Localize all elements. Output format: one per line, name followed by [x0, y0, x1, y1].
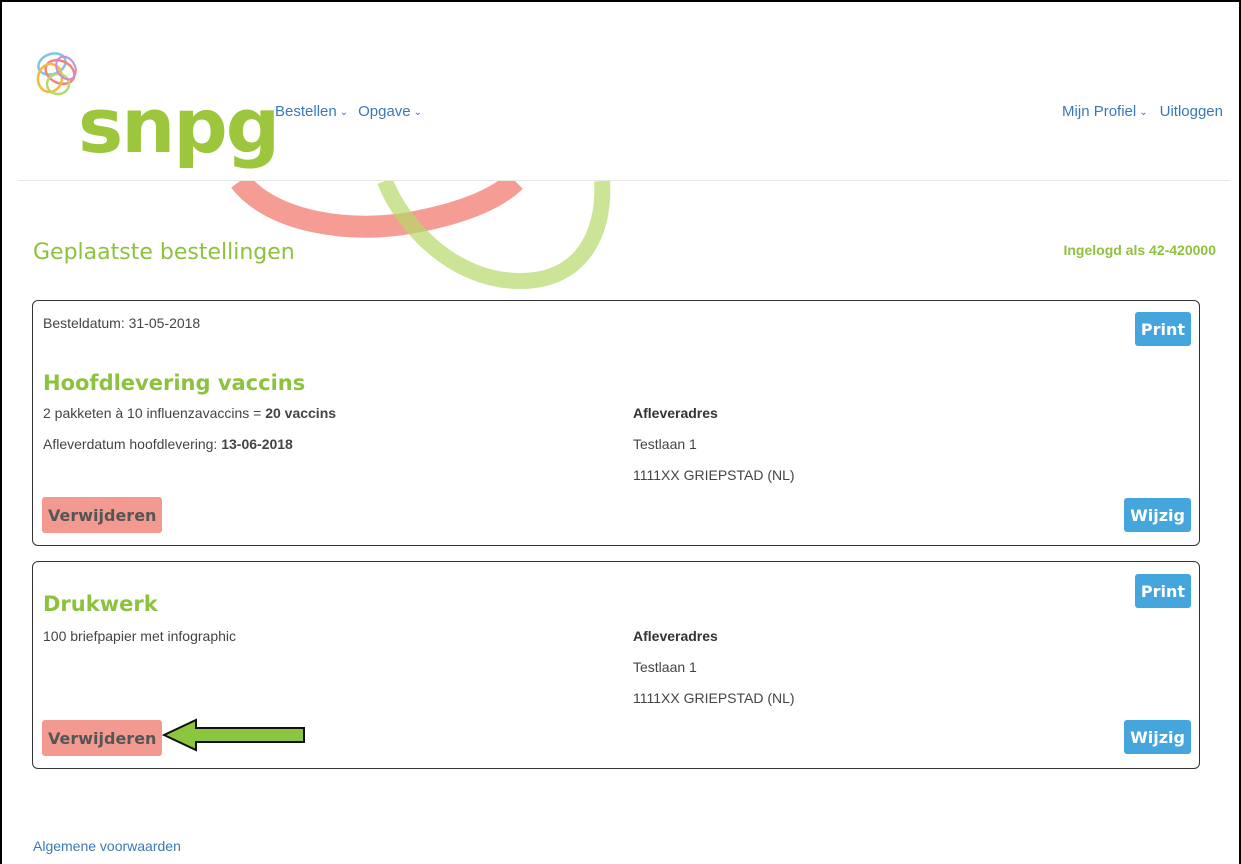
- frame-border-left: [0, 0, 2, 864]
- user-nav: Mijn Profiel ⌄ Uitloggen: [1062, 103, 1223, 120]
- address-line-1: Testlaan 1: [633, 659, 697, 675]
- order-title: Drukwerk: [43, 592, 158, 616]
- delete-button[interactable]: Verwijderen: [42, 720, 163, 756]
- chevron-down-icon: ⌄: [413, 107, 423, 118]
- edit-button[interactable]: Wijzig: [1124, 498, 1191, 532]
- edit-button[interactable]: Wijzig: [1124, 720, 1191, 754]
- main-nav: Bestellen ⌄ Opgave ⌄: [275, 103, 422, 120]
- nav-opgave-label: Opgave: [358, 103, 411, 120]
- frame-border-top: [0, 0, 1241, 2]
- address-heading: Afleveradres: [633, 405, 718, 421]
- order-title: Hoofdlevering vaccins: [43, 371, 306, 395]
- print-button[interactable]: Print: [1134, 574, 1191, 608]
- page-title: Geplaatste bestellingen: [33, 240, 295, 265]
- nav-mijn-profiel[interactable]: Mijn Profiel ⌄: [1062, 103, 1148, 120]
- order-description: 2 pakketen à 10 influenzavaccins = 20 va…: [43, 405, 336, 421]
- logged-in-status: Ingelogd als 42-420000: [1063, 242, 1216, 258]
- nav-bestellen[interactable]: Bestellen ⌄: [275, 103, 348, 120]
- address-line-2: 1111XX GRIEPSTAD (NL): [633, 690, 795, 706]
- address-heading: Afleveradres: [633, 628, 718, 644]
- delivery-date-value: 13-06-2018: [221, 436, 293, 452]
- nav-bestellen-label: Bestellen: [275, 103, 337, 120]
- address-line-2: 1111XX GRIEPSTAD (NL): [633, 467, 795, 483]
- delivery-date-label: Afleverdatum hoofdlevering:: [43, 436, 222, 452]
- nav-opgave[interactable]: Opgave ⌄: [358, 103, 422, 120]
- order-description: 100 briefpapier met infographic: [43, 628, 237, 644]
- order-description-text: 2 pakketen à 10 influenzavaccins =: [43, 405, 266, 421]
- address-line-1: Testlaan 1: [633, 436, 697, 452]
- logo-text[interactable]: snpg: [78, 88, 280, 164]
- decorative-rings-icon: [231, 181, 611, 290]
- chevron-down-icon: ⌄: [339, 107, 349, 118]
- terms-link[interactable]: Algemene voorwaarden: [33, 838, 181, 854]
- delete-button[interactable]: Verwijderen: [42, 497, 163, 533]
- print-button[interactable]: Print: [1134, 312, 1191, 346]
- annotation-arrow-icon: [162, 718, 305, 752]
- order-quantity: 20 vaccins: [265, 405, 337, 421]
- chevron-down-icon: ⌄: [1139, 107, 1148, 118]
- order-date: Besteldatum: 31-05-2018: [43, 315, 201, 331]
- order-card: Besteldatum: 31-05-2018 Print Hoofdlever…: [32, 300, 1200, 546]
- nav-uitloggen[interactable]: Uitloggen: [1160, 103, 1223, 120]
- delivery-date-line: Afleverdatum hoofdlevering: 13-06-2018: [43, 436, 293, 452]
- nav-mijn-profiel-label: Mijn Profiel: [1062, 103, 1137, 120]
